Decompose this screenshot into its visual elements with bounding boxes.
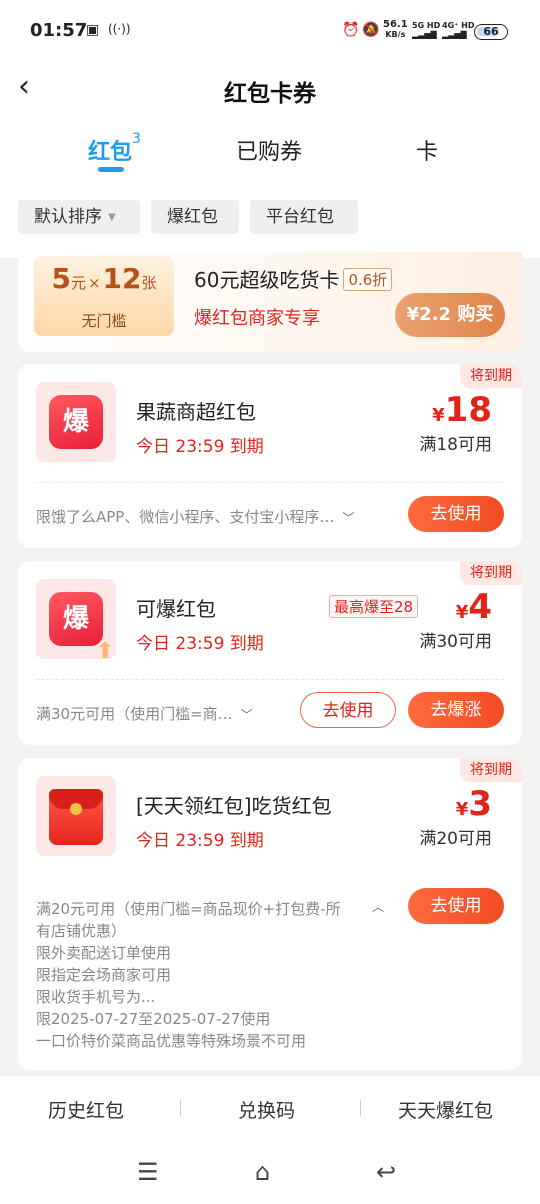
promo-subtitle: 爆红包商家专享 — [194, 308, 320, 329]
red-envelope-icon — [49, 789, 103, 845]
redeem-code-link[interactable]: 兑换码 — [238, 1096, 295, 1123]
bottom-bar: 历史红包 兑换码 天天爆红包 ☰ ⌂ ↩ — [0, 1076, 540, 1204]
coupon-expiry: 今日 23:59 到期 — [136, 437, 264, 457]
coupon-amount: ¥18 — [432, 390, 492, 430]
battery-indicator: 66 — [474, 24, 508, 40]
buy-button[interactable]: ¥2.2 购买 — [395, 293, 505, 337]
arrow-up-icon: ⬆ — [96, 639, 115, 664]
boom-logo-icon: 爆 — [49, 395, 103, 449]
coupon-card: 将到期 [天天领红包]吃货红包 今日 23:59 到期 ¥3 满20可用 满20… — [18, 758, 522, 1070]
boom-button[interactable]: 去爆涨 — [408, 692, 504, 728]
divider — [180, 1100, 181, 1116]
coupon-rule-summary[interactable]: 限饿了么APP、微信小程序、支付宝小程序… ﹀ — [36, 506, 354, 527]
expiring-tag: 将到期 — [460, 758, 522, 782]
coupon-expiry: 今日 23:59 到期 — [136, 831, 264, 851]
use-button[interactable]: 去使用 — [300, 692, 396, 728]
coupon-name: 果蔬商超红包 — [136, 400, 256, 424]
tab-purchased[interactable]: 已购券 — [236, 134, 302, 166]
status-bar: 01:57 ▣ ((·)) ⏰ 🔕 56.1 KB/s 5G HD ▂▃▅▇ 4G… — [0, 0, 540, 62]
discount-badge: 0.6折 — [343, 268, 393, 291]
promo-title: 60元超级吃货卡 0.6折 — [194, 264, 393, 293]
coupon-condition: 满20可用 — [419, 829, 492, 849]
boom-max-badge: 最高爆至28 — [329, 595, 419, 618]
signal-4g: 4G⁺ HD ▂▃▅▇ — [442, 21, 475, 39]
tab-hongbao[interactable]: 红包3 — [88, 130, 141, 166]
caret-down-icon: ▼ — [108, 212, 116, 223]
signal-5g: 5G HD ▂▃▅▇ — [412, 21, 441, 39]
coupon-condition: 满30可用 — [419, 632, 492, 652]
tab-bar: 红包3 已购券 卡 — [0, 130, 540, 182]
coupon-condition: 满18可用 — [419, 435, 492, 455]
coupon-amount: ¥4 — [455, 587, 492, 627]
menu-icon[interactable]: ☰ — [137, 1158, 159, 1186]
boom-logo-icon: 爆 — [49, 592, 103, 646]
divider — [36, 482, 504, 483]
coupon-card: 将到期 爆 果蔬商超红包 今日 23:59 到期 ¥18 满18可用 限饿了么A… — [18, 364, 522, 548]
divider — [36, 679, 504, 680]
alarm-icon: ⏰ — [342, 22, 360, 38]
daily-boom-hongbao-link[interactable]: 天天爆红包 — [398, 1096, 493, 1123]
chevron-down-icon[interactable]: ﹀ — [241, 708, 253, 722]
coupon-rule-summary[interactable]: 满30元可用（使用门槛=商… ﹀ — [36, 703, 253, 724]
network-speed: 56.1 KB/s — [383, 19, 408, 40]
sort-dropdown[interactable]: 默认排序 ▼ — [18, 200, 140, 234]
expiring-tag: 将到期 — [460, 364, 522, 388]
filter-platform-hongbao[interactable]: 平台红包 — [250, 200, 358, 234]
promo-ticket: 5元 ×12张 无门槛 — [34, 256, 174, 336]
history-hongbao-link[interactable]: 历史红包 — [48, 1096, 124, 1123]
divider — [360, 1100, 361, 1116]
tab-badge: 3 — [132, 130, 141, 147]
status-time: 01:57 — [30, 20, 88, 41]
coupon-expiry: 今日 23:59 到期 — [136, 634, 264, 654]
page-title: 红包卡券 — [224, 81, 316, 107]
coupon-logo — [36, 776, 116, 856]
coupon-logo: 爆 ⬆ — [36, 579, 116, 664]
use-button[interactable]: 去使用 — [408, 496, 504, 532]
filter-boom-hongbao[interactable]: 爆红包 — [151, 200, 239, 234]
coupon-name: [天天领红包]吃货红包 — [136, 794, 332, 818]
expiring-tag: 将到期 — [460, 561, 522, 585]
coupon-rules-expanded: 满20元可用（使用门槛=商品现价+打包费-所 有店铺优惠） 限外卖配送订单使用 … — [36, 900, 341, 1050]
nfc-icon: ((·)) — [108, 22, 131, 36]
coupon-logo: 爆 — [36, 382, 116, 462]
coupon-amount: ¥3 — [455, 784, 492, 824]
tab-cards[interactable]: 卡 — [416, 134, 438, 166]
home-icon[interactable]: ⌂ — [255, 1158, 270, 1186]
active-tab-indicator — [98, 167, 124, 172]
page-header: ‹ 红包卡券 红包3 已购券 卡 默认排序 ▼ 爆红包 平台红包 — [0, 62, 540, 258]
chevron-up-icon[interactable]: ︿ — [372, 898, 384, 915]
coupon-card: 将到期 爆 ⬆ 可爆红包 今日 23:59 到期 最高爆至28 ¥4 满30可用… — [18, 561, 522, 745]
mute-icon: 🔕 — [362, 22, 380, 38]
chevron-down-icon[interactable]: ﹀ — [342, 511, 354, 525]
use-button[interactable]: 去使用 — [408, 888, 504, 924]
coupon-name: 可爆红包 — [136, 597, 216, 621]
promo-card[interactable]: 5元 ×12张 无门槛 60元超级吃货卡 0.6折 爆红包商家专享 ¥2.2 购买 — [18, 252, 522, 352]
back-nav-icon[interactable]: ↩ — [376, 1158, 396, 1186]
app-notification-icon: ▣ — [86, 22, 100, 38]
